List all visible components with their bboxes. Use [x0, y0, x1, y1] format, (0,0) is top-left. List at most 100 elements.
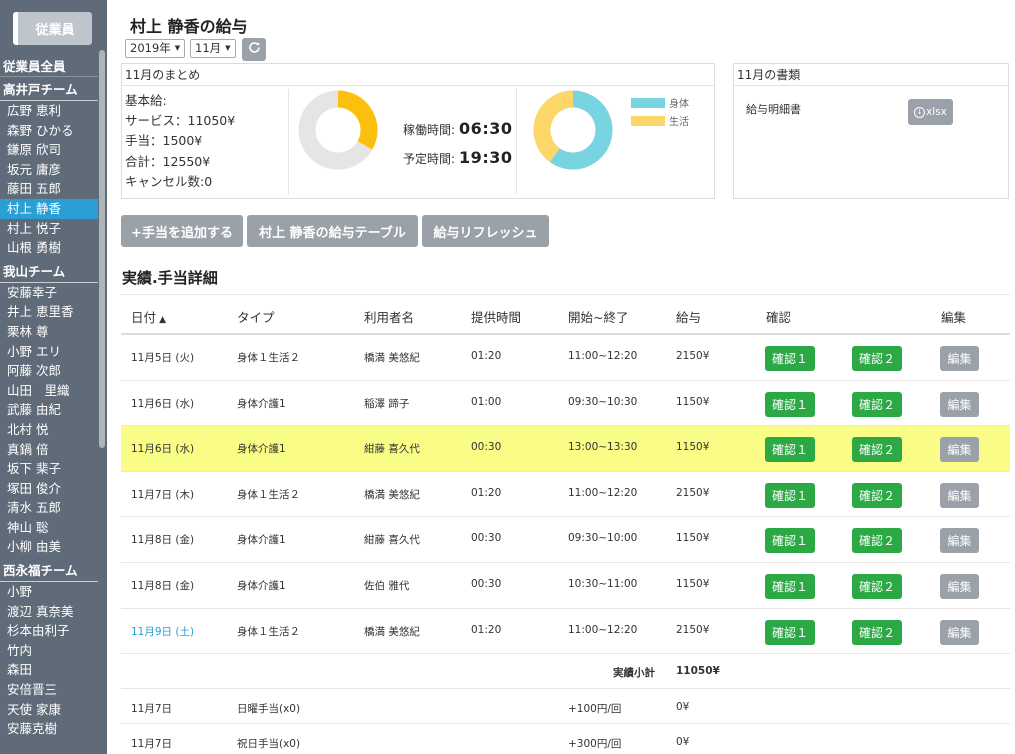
table-row: 11月8日 (金) 身体介護1 紺藤 喜久代 00:30 09:30~10:00 1150…	[121, 517, 1010, 563]
sidebar-employee-item[interactable]: 村上 静香	[0, 198, 98, 219]
cell-rate: +100円/回	[568, 703, 622, 716]
cell-type: 身体介護1	[237, 443, 286, 456]
sidebar-team-header[interactable]: 高井戸チーム	[0, 81, 98, 101]
table-row: 11月5日 (火) 身体１生活２ 橋満 美悠紀 01:20 11:00~12:20 215…	[121, 335, 1010, 381]
edit-button[interactable]: 編集	[940, 573, 979, 599]
sidebar-employee-item[interactable]: 竹内	[0, 641, 98, 661]
confirm2-button[interactable]: 確認２	[852, 346, 902, 371]
summary-text: 基本給: サービス：11050¥ 手当：1500¥ 合計：12550¥ キャンセ…	[125, 91, 235, 192]
cell-type: 祝日手当(x0)	[237, 738, 301, 751]
cell-type: 身体１生活２	[237, 488, 300, 501]
sidebar-employee-item[interactable]: 清水 五郎	[0, 498, 98, 518]
confirm1-button[interactable]: 確認１	[765, 391, 815, 417]
sidebar-employee-item[interactable]: 塚田 俊介	[0, 479, 98, 499]
xlsx-download-button[interactable]: ↓ xlsx	[908, 99, 953, 125]
col-duration: 提供時間	[471, 310, 522, 325]
sidebar-employee-item[interactable]: 北村 悦	[0, 420, 98, 440]
sidebar-employee-item[interactable]: 天使 家康	[0, 700, 98, 720]
refresh-salary-button[interactable]: 給与リフレッシュ	[422, 215, 549, 247]
sidebar-all-employees[interactable]: 従業員全員	[0, 57, 98, 77]
sidebar-employee-item[interactable]: 井上 恵里香	[0, 302, 98, 322]
sidebar-employee-item[interactable]: 坂下 棐子	[0, 459, 98, 479]
cell-client: 橋満 美悠紀	[364, 625, 420, 638]
work-time-donut	[298, 90, 378, 170]
salary-table-button[interactable]: 村上 静香の給与テーブル	[247, 215, 418, 247]
sidebar-employee-item[interactable]: 安倍晋三	[0, 680, 98, 700]
summary-title: 11月のまとめ	[122, 64, 714, 86]
confirm1-button[interactable]: 確認１	[765, 437, 815, 463]
confirm2-button[interactable]: 確認２	[852, 619, 902, 645]
add-allowance-button[interactable]: +手当を追加する	[121, 215, 243, 247]
sidebar-team-header[interactable]: 西永福チーム	[0, 562, 98, 583]
cell-range: 11:00~12:20	[568, 623, 638, 636]
cell-pay: 2150¥	[676, 350, 710, 362]
sidebar-team-header[interactable]: 我山チーム	[0, 263, 98, 283]
employee-button[interactable]: 従業員	[13, 12, 92, 45]
edit-button[interactable]: 編集	[940, 391, 979, 417]
edit-button[interactable]: 編集	[940, 482, 979, 508]
sidebar-employee-item[interactable]: 山田 里織	[0, 381, 98, 401]
cell-type: 身体１生活２	[237, 352, 300, 364]
sidebar-employee-item[interactable]: 小野	[0, 582, 98, 602]
donut-slice-life	[533, 90, 574, 162]
col-confirm: 確認	[766, 310, 792, 325]
confirm1-button[interactable]: 確認１	[765, 619, 815, 645]
summary-line: 手当：1500¥	[125, 133, 203, 149]
sidebar-employee-item[interactable]: 森田	[0, 660, 98, 680]
sidebar-employee-item[interactable]: 藤田 五郎	[0, 179, 98, 199]
month-select[interactable]: 11月 ▼	[190, 39, 236, 58]
sort-up-icon: ▲	[156, 315, 167, 325]
edit-button[interactable]: 編集	[940, 437, 979, 463]
confirm2-button[interactable]: 確認２	[852, 573, 902, 599]
col-date[interactable]: 日付 ▲	[131, 307, 166, 326]
documents-panel: 11月の書類 給与明細書 ↓ xlsx	[733, 63, 1009, 199]
edit-button[interactable]: 編集	[940, 619, 979, 645]
sidebar-employee-item[interactable]: 渡辺 真奈美	[0, 602, 98, 622]
sidebar-employee-item[interactable]: 村上 悦子	[0, 219, 98, 239]
sidebar-employee-item[interactable]: 武藤 由紀	[0, 400, 98, 420]
refresh-button[interactable]	[242, 38, 266, 61]
cell-date[interactable]: 11月9日 (土)	[131, 624, 194, 639]
col-edit: 編集	[941, 310, 967, 325]
cell-client: 紺藤 喜久代	[364, 443, 420, 456]
cell-client: 稲澤 蹄子	[364, 397, 410, 410]
sidebar-employee-item[interactable]: 広野 恵利	[0, 101, 98, 121]
sidebar-employee-item[interactable]: 山根 勇樹	[0, 238, 98, 258]
confirm2-button[interactable]: 確認２	[852, 391, 902, 417]
sidebar-employee-item[interactable]: 森野 ひかる	[0, 121, 98, 141]
year-select[interactable]: 2019年 ▼	[125, 39, 186, 58]
confirm1-button[interactable]: 確認１	[765, 346, 815, 371]
sidebar-scrollbar[interactable]	[99, 50, 105, 448]
cell-client: 紺藤 喜久代	[364, 534, 420, 547]
cell-pay: 1150¥	[676, 441, 710, 454]
sidebar-employee-item[interactable]: 小野 エリ	[0, 342, 98, 362]
cell-pay: 1150¥	[676, 577, 710, 590]
sidebar-employee-item[interactable]: 安藤幸子	[0, 283, 98, 303]
confirm2-button[interactable]: 確認２	[852, 482, 902, 508]
sidebar-employee-item[interactable]: 真鍋 倍	[0, 440, 98, 460]
col-client: 利用者名	[364, 310, 415, 325]
confirm2-button[interactable]: 確認２	[852, 528, 902, 554]
sidebar-employee-item[interactable]: 鎌原 欣司	[0, 140, 98, 160]
sidebar-employee-item[interactable]: 杉本由利子	[0, 621, 98, 641]
cell-pay: 1150¥	[676, 395, 710, 408]
service-type-donut	[533, 90, 613, 170]
confirm1-button[interactable]: 確認１	[765, 528, 815, 554]
sidebar-employee-item[interactable]: 神山 聡	[0, 518, 98, 538]
payslip-label: 給与明細書	[746, 103, 801, 116]
confirm2-button[interactable]: 確認２	[852, 437, 902, 463]
sidebar-employee-item[interactable]: 小柳 由美	[0, 537, 98, 557]
cell-duration: 01:20	[471, 350, 502, 362]
edit-button[interactable]: 編集	[940, 528, 979, 554]
edit-button[interactable]: 編集	[940, 346, 979, 371]
sidebar-employee-item[interactable]: 安藤克樹	[0, 719, 98, 739]
confirm1-button[interactable]: 確認１	[765, 573, 815, 599]
confirm1-button[interactable]: 確認１	[765, 482, 815, 508]
sidebar-employee-item[interactable]: 栗林 尊	[0, 322, 98, 342]
sidebar-employee-item[interactable]: 阿藤 次郎	[0, 361, 98, 381]
cell-type: 身体介護1	[237, 534, 286, 547]
table-row: 11月6日 (水) 身体介護1 紺藤 喜久代 00:30 13:00~13:30 1150…	[121, 426, 1010, 472]
sidebar-employee-item[interactable]: 坂元 庸彦	[0, 160, 98, 180]
sidebar: 従業員 従業員全員 高井戸チーム 広野 恵利 森野 ひかる 鎌原 欣司 坂元 庸彦 藤田 …	[0, 0, 107, 754]
summary-line: サービス：11050¥	[125, 113, 236, 129]
